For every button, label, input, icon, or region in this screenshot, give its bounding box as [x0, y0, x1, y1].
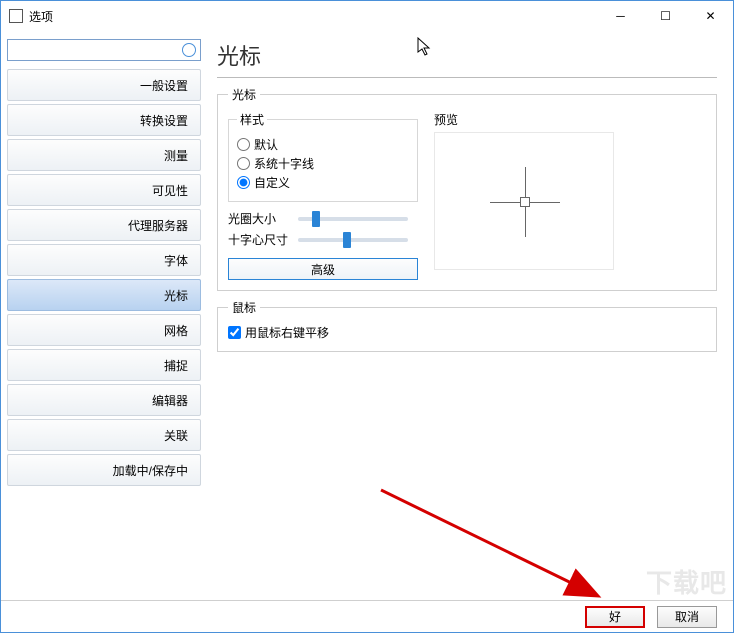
radio-custom-label: 自定义: [254, 174, 290, 191]
sidebar-item-11[interactable]: 加载中/保存中: [7, 454, 201, 486]
sidebar-item-3[interactable]: 可见性: [7, 174, 201, 206]
radio-default[interactable]: 默认: [237, 136, 409, 153]
sidebar-item-6[interactable]: 光标: [7, 279, 201, 311]
crosshair-slider[interactable]: [298, 238, 408, 242]
radio-system[interactable]: 系统十字线: [237, 155, 409, 172]
sidebar-item-9[interactable]: 编辑器: [7, 384, 201, 416]
aperture-label: 光圈大小: [228, 210, 298, 227]
preview-canvas: [434, 132, 614, 270]
sidebar-item-0[interactable]: 一般设置: [7, 69, 201, 101]
style-fieldset: 样式 默认 系统十字线 自定义: [228, 111, 418, 202]
sidebar-item-1[interactable]: 转换设置: [7, 104, 201, 136]
close-button[interactable]: ✕: [688, 2, 733, 31]
divider: [217, 77, 717, 78]
search-box[interactable]: [7, 39, 201, 61]
sidebar-item-7[interactable]: 网格: [7, 314, 201, 346]
sidebar: 一般设置转换设置测量可见性代理服务器字体光标网格捕捉编辑器关联加载中/保存中: [1, 31, 207, 601]
cursor-legend: 光标: [228, 86, 260, 103]
preview-label: 预览: [434, 111, 706, 128]
radio-custom-input[interactable]: [237, 176, 250, 189]
radio-system-input[interactable]: [237, 157, 250, 170]
cancel-button[interactable]: 取消: [657, 606, 717, 628]
aperture-slider[interactable]: [298, 217, 408, 221]
style-legend: 样式: [237, 111, 267, 128]
mouse-legend: 鼠标: [228, 299, 260, 316]
crosshair-label: 十字心尺寸: [228, 231, 298, 248]
page-title: 光标: [217, 39, 717, 71]
radio-custom[interactable]: 自定义: [237, 174, 409, 191]
mouse-fieldset: 鼠标 用鼠标右键平移: [217, 299, 717, 352]
sidebar-item-8[interactable]: 捕捉: [7, 349, 201, 381]
ok-button[interactable]: 好: [585, 606, 645, 628]
sidebar-item-5[interactable]: 字体: [7, 244, 201, 276]
minimize-button[interactable]: ─: [598, 2, 643, 31]
radio-default-label: 默认: [254, 136, 278, 153]
main-panel: 光标 光标 样式 默认 系统十字线: [207, 31, 733, 601]
window-title: 选项: [29, 8, 598, 25]
app-icon: [9, 9, 23, 23]
maximize-button[interactable]: ☐: [643, 2, 688, 31]
sidebar-item-4[interactable]: 代理服务器: [7, 209, 201, 241]
watermark: 下载吧: [646, 563, 727, 600]
titlebar: 选项 ─ ☐ ✕: [1, 1, 733, 31]
mouse-pan-row[interactable]: 用鼠标右键平移: [228, 324, 706, 341]
search-icon[interactable]: [182, 43, 196, 57]
search-input[interactable]: [12, 41, 182, 59]
cursor-fieldset: 光标 样式 默认 系统十字线: [217, 86, 717, 291]
mouse-pan-label: 用鼠标右键平移: [245, 324, 329, 341]
radio-system-label: 系统十字线: [254, 155, 314, 172]
sidebar-item-10[interactable]: 关联: [7, 419, 201, 451]
footer: 好 取消: [1, 600, 733, 632]
sidebar-item-2[interactable]: 测量: [7, 139, 201, 171]
mouse-pan-checkbox[interactable]: [228, 326, 241, 339]
advanced-button[interactable]: 高级: [228, 258, 418, 280]
radio-default-input[interactable]: [237, 138, 250, 151]
